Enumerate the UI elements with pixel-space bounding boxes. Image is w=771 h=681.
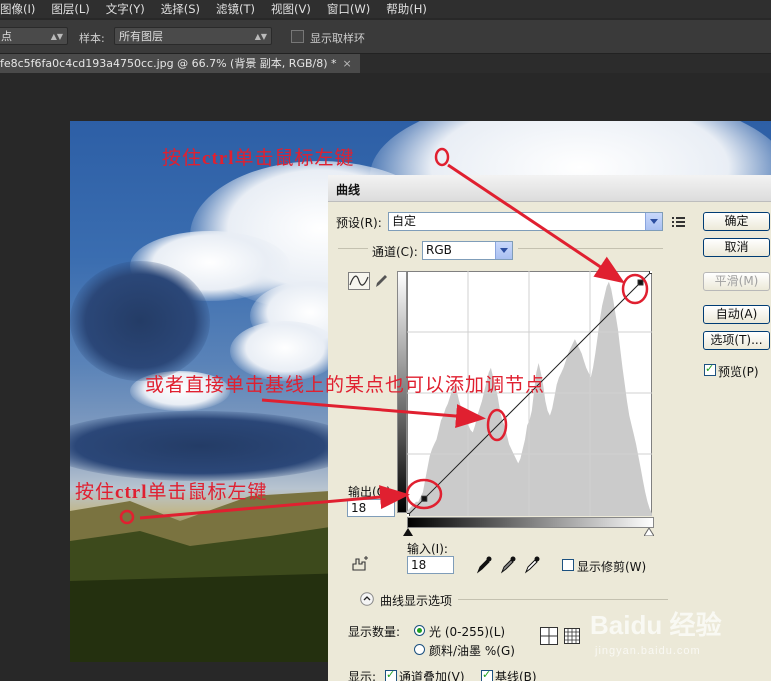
preset-options-icon[interactable] bbox=[671, 215, 687, 229]
pencil-tool-icon[interactable] bbox=[374, 273, 388, 289]
show-label: 显示: bbox=[348, 670, 377, 681]
menu-filter[interactable]: 滤镜(T) bbox=[216, 1, 255, 17]
dialog-titlebar[interactable]: 曲线 bbox=[328, 175, 771, 202]
group-divider bbox=[458, 599, 668, 600]
dropdown-arrow-icon bbox=[645, 213, 662, 230]
document-tab-title: fe8c5f6fa0c4cd193a4750cc.jpg @ 66.7% (背景… bbox=[0, 57, 337, 70]
collapse-chevron-icon[interactable] bbox=[360, 592, 374, 606]
input-label: 输入(I): bbox=[407, 542, 448, 556]
menu-layer[interactable]: 图层(L) bbox=[51, 1, 89, 17]
baidu-watermark: Baidu 经验 bbox=[590, 610, 722, 640]
pigment-radio[interactable] bbox=[414, 644, 425, 655]
show-ring-label: 显示取样环 bbox=[310, 32, 365, 45]
show-clipping-label: 显示修剪(W) bbox=[577, 560, 647, 574]
annotation-top-key: ctrl bbox=[202, 148, 235, 169]
updown-arrow-icon: ▲▼ bbox=[254, 32, 267, 41]
channel-value: RGB bbox=[426, 243, 452, 257]
group-divider bbox=[338, 248, 368, 249]
input-field[interactable]: 18 bbox=[407, 556, 454, 574]
close-icon[interactable]: × bbox=[343, 57, 352, 70]
menu-help[interactable]: 帮助(H) bbox=[386, 1, 427, 17]
preview-checkbox[interactable] bbox=[704, 362, 716, 376]
annotation-top: 按住ctrl单击鼠标左键 bbox=[162, 143, 355, 170]
curve-control-point[interactable] bbox=[649, 271, 653, 274]
pigment-option-label: 颜料/油墨 %(G) bbox=[429, 644, 515, 658]
black-point-slider-icon[interactable] bbox=[403, 528, 413, 536]
light-option-label: 光 (0-255)(L) bbox=[429, 625, 506, 639]
baseline-checkbox[interactable] bbox=[481, 668, 493, 681]
updown-arrow-icon: ▲▼ bbox=[50, 32, 63, 41]
output-field[interactable]: 18 bbox=[347, 499, 395, 517]
annotation-top-post: 单击鼠标左键 bbox=[234, 147, 355, 169]
baseline-label: 基线(B) bbox=[495, 670, 537, 681]
annotation-bottom: 按住ctrl单击鼠标左键 bbox=[75, 477, 268, 504]
input-gradient-bar bbox=[407, 517, 654, 528]
baidu-watermark-url: jingyan.baidu.com bbox=[595, 645, 701, 657]
show-ring-checkbox[interactable] bbox=[291, 30, 304, 43]
menu-view[interactable]: 视图(V) bbox=[271, 1, 311, 17]
dropdown-arrow-icon bbox=[495, 242, 512, 259]
cancel-button[interactable]: 取消 bbox=[703, 238, 770, 257]
sample-dropdown[interactable]: 所有图层 ▲▼ bbox=[114, 27, 272, 45]
document-tab-bar: fe8c5f6fa0c4cd193a4750cc.jpg @ 66.7% (背景… bbox=[0, 54, 771, 73]
channel-label: 通道(C): bbox=[372, 245, 418, 259]
sample-value: 所有图层 bbox=[119, 30, 163, 43]
menu-select[interactable]: 选择(S) bbox=[161, 1, 200, 17]
annotation-top-pre: 按住 bbox=[162, 147, 203, 169]
black-eyedropper-icon[interactable] bbox=[476, 556, 492, 574]
preset-dropdown[interactable]: 自定 bbox=[388, 212, 663, 231]
curve-display-options-label: 曲线显示选项 bbox=[380, 594, 453, 608]
sample-label: 样本: bbox=[79, 32, 105, 45]
preset-label: 预设(R): bbox=[336, 216, 382, 230]
curve-point-tool-icon[interactable] bbox=[348, 272, 370, 290]
options-button[interactable]: 选项(T)... bbox=[703, 331, 770, 350]
menu-bar: 图像(I) 图层(L) 文字(Y) 选择(S) 滤镜(T) 视图(V) 窗口(W… bbox=[0, 0, 771, 18]
show-amount-label: 显示数量: bbox=[348, 625, 401, 639]
menu-type[interactable]: 文字(Y) bbox=[106, 1, 145, 17]
tool-preset-dropdown[interactable]: 点 ▲▼ bbox=[0, 27, 68, 45]
on-image-adjust-hand-icon[interactable] bbox=[350, 556, 370, 574]
channel-dropdown[interactable]: RGB bbox=[422, 241, 513, 260]
preset-value: 自定 bbox=[392, 214, 417, 228]
annotation-bottom-key: ctrl bbox=[115, 482, 148, 503]
auto-button[interactable]: 自动(A) bbox=[703, 305, 770, 324]
dialog-title: 曲线 bbox=[336, 183, 361, 197]
show-clipping-checkbox[interactable] bbox=[562, 559, 574, 571]
simple-grid-icon[interactable] bbox=[540, 627, 558, 645]
channel-overlay-checkbox[interactable] bbox=[385, 668, 397, 681]
group-divider bbox=[518, 248, 663, 249]
output-label: 输出(O): bbox=[348, 485, 395, 499]
document-tab[interactable]: fe8c5f6fa0c4cd193a4750cc.jpg @ 66.7% (背景… bbox=[0, 54, 360, 73]
tool-preset-value: 点 bbox=[1, 30, 12, 43]
dark-cloud bbox=[70, 261, 210, 381]
annotation-middle: 或者直接单击基线上的某点也可以添加调节点 bbox=[145, 374, 546, 396]
curve-control-point[interactable] bbox=[421, 495, 428, 502]
preview-label: 预览(P) bbox=[718, 365, 759, 379]
gray-eyedropper-icon[interactable] bbox=[500, 556, 516, 574]
white-eyedropper-icon[interactable] bbox=[524, 556, 540, 574]
annotation-bottom-pre: 按住 bbox=[75, 481, 116, 503]
light-radio[interactable] bbox=[414, 625, 425, 636]
channel-overlay-label: 通道叠加(V) bbox=[399, 670, 465, 681]
ok-button[interactable]: 确定 bbox=[703, 212, 770, 231]
white-point-slider-icon[interactable] bbox=[644, 528, 654, 536]
smooth-button[interactable]: 平滑(M) bbox=[703, 272, 770, 291]
curve-control-point[interactable] bbox=[407, 513, 410, 517]
options-bar: 点 ▲▼ 样本: 所有图层 ▲▼ 显示取样环 bbox=[0, 20, 771, 54]
curve-control-point[interactable] bbox=[637, 279, 644, 286]
detailed-grid-icon[interactable] bbox=[564, 628, 580, 644]
annotation-bottom-post: 单击鼠标左键 bbox=[147, 481, 268, 503]
menu-image[interactable]: 图像(I) bbox=[0, 1, 35, 17]
menu-window[interactable]: 窗口(W) bbox=[327, 1, 370, 17]
